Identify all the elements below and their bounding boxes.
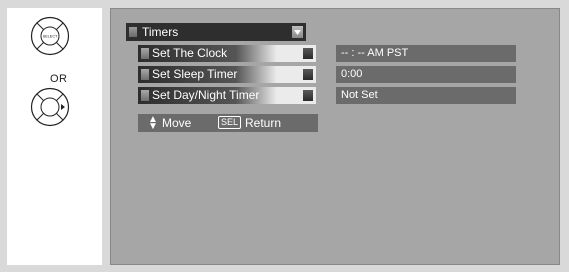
item-end-icon	[303, 48, 313, 59]
value-text: Not Set	[341, 89, 378, 101]
value-text: 0:00	[341, 68, 363, 80]
help-bar: ▲ ▼ Move SEL Return	[138, 114, 318, 132]
tv-screen: Timers Set The Clock -- : -- AM PST Set …	[110, 8, 560, 265]
item-grip-icon	[141, 48, 149, 59]
move-label: Move	[162, 116, 192, 130]
day-night-timer-value: Not Set	[336, 87, 516, 104]
menu-item-sleep-timer[interactable]: Set Sleep Timer	[138, 66, 316, 83]
menu-item-set-clock[interactable]: Set The Clock	[138, 45, 316, 62]
select-button-icon: SELECT	[30, 16, 70, 56]
remote-instructions-panel: SELECT OR	[7, 8, 102, 265]
return-label: Return	[245, 116, 282, 130]
item-grip-icon	[141, 69, 149, 80]
select-label: SELECT	[43, 35, 58, 39]
timers-menu-header[interactable]: Timers	[126, 23, 306, 41]
up-down-arrows-icon: ▲ ▼	[148, 114, 158, 132]
value-text: -- : -- AM PST	[341, 47, 409, 59]
item-grip-icon	[141, 90, 149, 101]
right-arrow-button-icon	[30, 87, 70, 127]
menu-title: Timers	[142, 25, 179, 39]
dropdown-arrow-icon[interactable]	[292, 26, 303, 38]
menu-item-label: Set Sleep Timer	[152, 67, 238, 81]
clock-value: -- : -- AM PST	[336, 45, 516, 62]
or-label: OR	[50, 73, 68, 85]
item-end-icon	[303, 69, 313, 80]
menu-item-label: Set The Clock	[152, 46, 228, 60]
menu-item-label: Set Day/Night Timer	[152, 88, 260, 102]
sel-key-icon: SEL	[218, 116, 242, 129]
menu-item-day-night-timer[interactable]: Set Day/Night Timer	[138, 87, 316, 104]
sleep-timer-value: 0:00	[336, 66, 516, 83]
item-end-icon	[303, 90, 313, 101]
menu-grip-icon	[129, 27, 137, 37]
